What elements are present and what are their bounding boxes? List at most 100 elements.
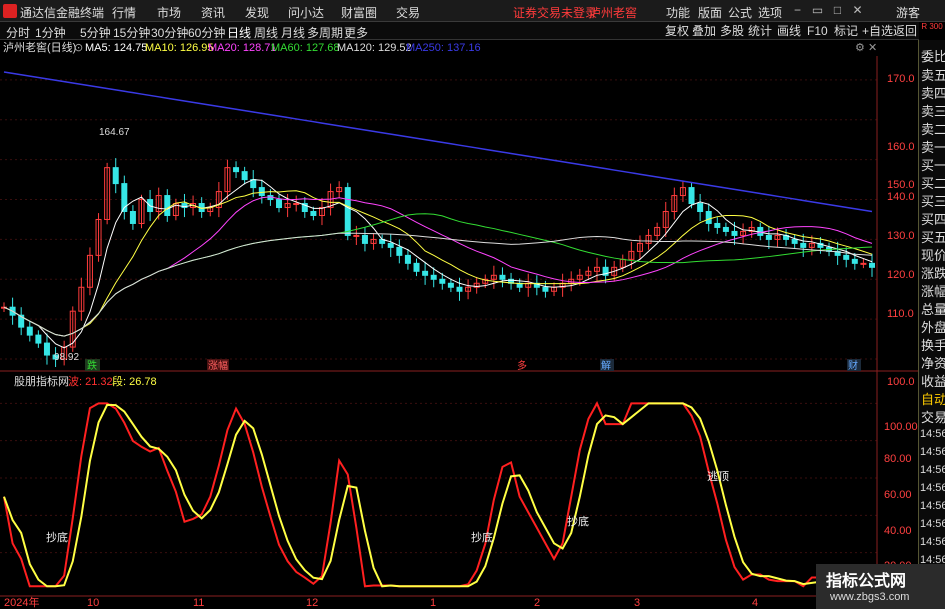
signal-bottom: 抄底 — [567, 514, 589, 528]
candle-body — [456, 286, 463, 292]
time-cell: 14:56 — [920, 536, 945, 548]
panel-item: 买三 — [921, 194, 945, 209]
time-cell: 14:56 — [920, 482, 945, 494]
candle-body — [843, 254, 850, 260]
time-cell: 14:56 — [920, 428, 945, 440]
candle-body — [310, 211, 317, 216]
price-tick: 110.0 — [887, 308, 914, 320]
sub-indicator-lines — [3, 401, 872, 588]
watermark: 指标公式网 www.zbgs3.com — [816, 564, 945, 609]
quote-panel: 委比 卖五 卖四 卖三 卖二 卖一 买一 买二 买三 买四 买五 现价 涨跌 涨… — [918, 40, 945, 609]
event-label: 涨幅 — [208, 359, 228, 372]
candle-body — [413, 262, 420, 272]
price-tick: 130.0 — [887, 230, 915, 242]
sub-tick: 100.00 — [884, 421, 918, 433]
event-label: 解 — [601, 359, 611, 372]
time-tick: 1 — [430, 597, 436, 609]
candle-body — [765, 234, 772, 240]
panel-item: 总量 — [921, 302, 945, 317]
time-cell: 14:56 — [920, 464, 945, 476]
candle-body — [422, 270, 429, 276]
candle-body — [439, 278, 446, 284]
price-tick: 150.0 — [887, 179, 915, 191]
watermark-url: www.zbgs3.com — [830, 591, 910, 603]
event-label: 财 — [848, 359, 858, 372]
sub-wave: 波: 21.32 — [68, 375, 113, 388]
candle-body — [869, 262, 875, 268]
price-tick: 160.0 — [887, 141, 915, 153]
event-label: 跌 — [87, 359, 97, 372]
time-tick: 3 — [634, 597, 640, 609]
candle-body — [112, 167, 119, 185]
high-annotation: 164.67 — [99, 127, 130, 138]
candle-body — [447, 282, 454, 288]
panel-item: 外盘 — [921, 320, 945, 335]
candle-body — [731, 230, 738, 236]
time-tick: 11 — [193, 597, 204, 609]
candle-body — [404, 254, 411, 264]
price-tick: 100.0 — [887, 376, 915, 388]
segment-line — [3, 402, 872, 588]
candle-body — [241, 171, 248, 181]
panel-item: 买四 — [921, 212, 945, 227]
candle-body — [722, 226, 729, 232]
candle-body — [164, 195, 171, 216]
panel-item: 现价 — [921, 248, 945, 263]
candle-body — [26, 326, 33, 336]
price-tick: 140.0 — [887, 191, 915, 203]
candle-body — [860, 262, 867, 265]
panel-item: 买一 — [921, 158, 945, 173]
candle-body — [697, 203, 704, 213]
candle-body — [387, 242, 394, 248]
signal-bottom: 抄底 — [471, 530, 493, 544]
panel-item: 买二 — [921, 176, 945, 191]
sub-title: 股朋指标网 — [14, 374, 69, 388]
candle-body — [791, 238, 798, 244]
panel-item: 净资 — [921, 356, 945, 371]
panel-item: 买五 — [921, 230, 945, 245]
price-tick: 120.0 — [887, 269, 915, 281]
panel-item: 委比 — [921, 49, 945, 64]
panel-item: 收益 — [921, 374, 945, 389]
sub-seg: 段: 26.78 — [112, 374, 157, 388]
candle-body — [276, 199, 283, 209]
panel-item: 涨幅 — [921, 284, 945, 299]
low-annotation: 98.92 — [54, 352, 79, 363]
sub-tick: 60.00 — [884, 489, 912, 501]
candle-body — [35, 334, 42, 344]
candle-body — [43, 342, 50, 356]
time-tick: 2024年 — [4, 595, 39, 609]
tab-trade[interactable]: 交易 — [921, 407, 945, 426]
candle-body — [430, 274, 437, 280]
candle-body — [396, 246, 403, 256]
event-markers: 跌 涨幅 多 解 财 — [85, 359, 861, 372]
time-tick: 4 — [752, 597, 758, 609]
watermark-title: 指标公式网 — [826, 573, 907, 590]
candle-body — [258, 187, 265, 197]
time-tick: 2 — [534, 597, 540, 609]
time-cell: 14:56 — [920, 500, 945, 512]
price-tick: 170.0 — [887, 73, 915, 85]
time-cell: 14:56 — [920, 446, 945, 458]
ma-lines — [3, 71, 873, 349]
signal-bottom: 抄底 — [46, 530, 68, 544]
time-tick: 10 — [87, 597, 99, 609]
ma60-line — [3, 213, 873, 337]
ma120-line — [3, 232, 873, 337]
panel-item: 卖四 — [921, 86, 945, 101]
candle-body — [361, 234, 368, 244]
candle-body — [293, 203, 300, 206]
candle-body — [851, 258, 858, 264]
tab-auto[interactable]: 自动 — [921, 389, 945, 408]
badge: R 300 — [919, 22, 945, 40]
candle-body — [705, 211, 712, 224]
ma5-line — [3, 179, 873, 349]
kline-chart[interactable]: 170.0 160.0 150.0 140.0 130.0 120.0 110.… — [0, 0, 918, 609]
panel-item: 涨跌 — [921, 266, 945, 281]
candle-body — [688, 187, 695, 205]
time-cell: 14:56 — [920, 518, 945, 530]
panel-item: 卖三 — [921, 104, 945, 119]
candle-body — [353, 234, 360, 237]
sub-tick: 40.00 — [884, 525, 912, 537]
candle-body — [714, 222, 721, 228]
